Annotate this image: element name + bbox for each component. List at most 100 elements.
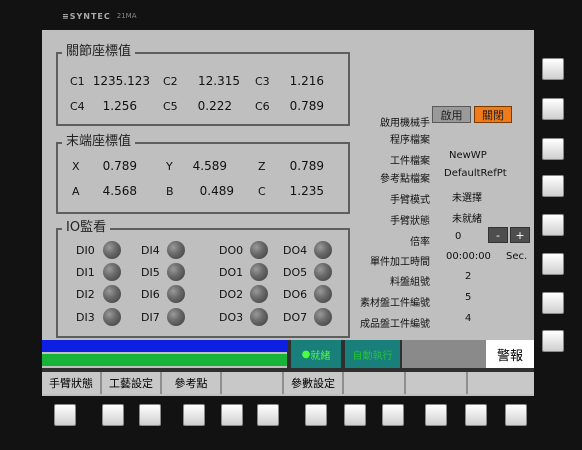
brand-logo: ≡SYNTEC 21MA (62, 10, 137, 22)
io-label: DI2 (76, 288, 95, 301)
io-label: DI7 (141, 311, 160, 324)
rate-value: 0 (455, 231, 462, 242)
softkey-empty[interactable] (344, 372, 406, 394)
softkey-empty[interactable] (222, 372, 284, 394)
softkey-reference-point[interactable]: 參考點 (162, 372, 222, 394)
arm-state-value: 未就緒 (452, 214, 482, 225)
bottom-hardware-button[interactable] (257, 404, 279, 426)
io-label: DO5 (283, 266, 308, 279)
end-value: 0.789 (102, 159, 137, 173)
joint-coordinates-panel (56, 52, 350, 126)
io-label: DI4 (141, 244, 160, 257)
single-machining-time-label: 單件加工時間 (370, 257, 430, 268)
io-label: DI1 (76, 266, 95, 279)
finished-tray-workpiece-no-label: 成品盤工件編號 (360, 319, 430, 330)
side-hardware-button[interactable] (542, 58, 564, 80)
end-value: 0.789 (289, 159, 324, 173)
joint-value: 1.216 (289, 74, 324, 88)
raw-tray-workpiece-no-label: 素材盤工件編號 (360, 298, 430, 309)
io-label: DO1 (219, 266, 244, 279)
io-label: DI3 (76, 311, 95, 324)
joint-value: 0.789 (289, 99, 324, 113)
single-machining-time-value: 00:00:00 (446, 251, 491, 262)
bottom-hardware-button[interactable] (425, 404, 447, 426)
end-value: 4.589 (192, 159, 227, 173)
bottom-hardware-button[interactable] (344, 404, 366, 426)
side-hardware-button[interactable] (542, 98, 564, 120)
alarm-button[interactable]: 警報 (486, 340, 534, 368)
disable-button[interactable]: 關閉 (474, 106, 512, 123)
rate-decrease-button[interactable]: - (488, 227, 508, 243)
io-led-indicator (103, 263, 121, 281)
end-label: X (72, 160, 80, 173)
io-label: DO2 (219, 288, 244, 301)
model-label: 21MA (116, 12, 137, 20)
rate-increase-button[interactable]: + (510, 227, 530, 243)
arm-mode-value: 未選擇 (452, 193, 482, 204)
end-value: 1.235 (289, 184, 324, 198)
io-label: DO7 (283, 311, 308, 324)
green-progress-bar (42, 354, 287, 366)
io-led-indicator (103, 241, 121, 259)
io-monitor-title: IO監看 (62, 221, 111, 235)
side-hardware-button[interactable] (542, 253, 564, 275)
joint-value: 12.315 (198, 74, 240, 88)
io-led-indicator (250, 285, 268, 303)
io-led-indicator (167, 308, 185, 326)
softkey-empty[interactable] (406, 372, 468, 394)
io-label: DO0 (219, 244, 244, 257)
bottom-hardware-button[interactable] (221, 404, 243, 426)
softkey-arm-status[interactable]: 手臂狀態 (42, 372, 102, 394)
side-hardware-button[interactable] (542, 214, 564, 236)
status-empty-cell (400, 340, 486, 368)
side-hardware-button[interactable] (542, 330, 564, 352)
end-label: Y (166, 160, 173, 173)
joint-coordinates-title: 關節座標值 (62, 45, 136, 59)
io-led-indicator (167, 241, 185, 259)
arm-state-label: 手臂狀態 (390, 216, 430, 227)
end-label: B (166, 185, 174, 198)
end-label: Z (258, 160, 266, 173)
bottom-hardware-button[interactable] (183, 404, 205, 426)
end-coordinates-panel (56, 142, 350, 214)
bottom-hardware-button[interactable] (305, 404, 327, 426)
finished-tray-workpiece-no-value: 4 (465, 313, 472, 324)
ready-status-text: 就緒 (310, 350, 331, 362)
side-hardware-button[interactable] (542, 292, 564, 314)
io-label: DI5 (141, 266, 160, 279)
bottom-hardware-button[interactable] (505, 404, 527, 426)
rate-label: 倍率 (410, 237, 430, 248)
io-led-indicator (250, 308, 268, 326)
io-label: DO4 (283, 244, 308, 257)
softkey-parameter-setting[interactable]: 參數設定 (284, 372, 344, 394)
io-led-indicator (167, 263, 185, 281)
ready-dot: ● (301, 348, 311, 360)
work-file-value: NewWP (449, 150, 487, 161)
tray-group-value: 2 (465, 271, 472, 282)
syntec-logo: ≡SYNTEC (62, 11, 111, 21)
hmi-bezel: ≡SYNTEC 21MA 關節座標值 C1 1235.123 C2 12.315… (0, 0, 582, 450)
arm-mode-label: 手臂模式 (390, 195, 430, 206)
bottom-hardware-button[interactable] (465, 404, 487, 426)
side-hardware-button[interactable] (542, 138, 564, 160)
tray-group-label: 料盤組號 (390, 277, 430, 288)
joint-label: C4 (70, 100, 85, 113)
softkey-empty[interactable] (468, 372, 534, 394)
io-led-indicator (250, 263, 268, 281)
joint-value: 0.222 (197, 99, 232, 113)
joint-value: 1.256 (102, 99, 137, 113)
enable-button[interactable]: 啟用 (432, 106, 471, 123)
side-hardware-button[interactable] (542, 175, 564, 197)
bottom-hardware-button[interactable] (139, 404, 161, 426)
auto-run-status: 自動執行 (345, 340, 400, 368)
bottom-hardware-button[interactable] (102, 404, 124, 426)
io-label: DO3 (219, 311, 244, 324)
joint-label: C1 (70, 75, 85, 88)
program-file-label: 程序檔案 (390, 135, 430, 146)
io-label: DI0 (76, 244, 95, 257)
bottom-hardware-button[interactable] (54, 404, 76, 426)
time-unit: Sec. (506, 251, 528, 262)
bottom-hardware-button[interactable] (382, 404, 404, 426)
ready-status: ● 就緒 (291, 340, 341, 368)
softkey-tool-setting[interactable]: 工藝設定 (102, 372, 162, 394)
